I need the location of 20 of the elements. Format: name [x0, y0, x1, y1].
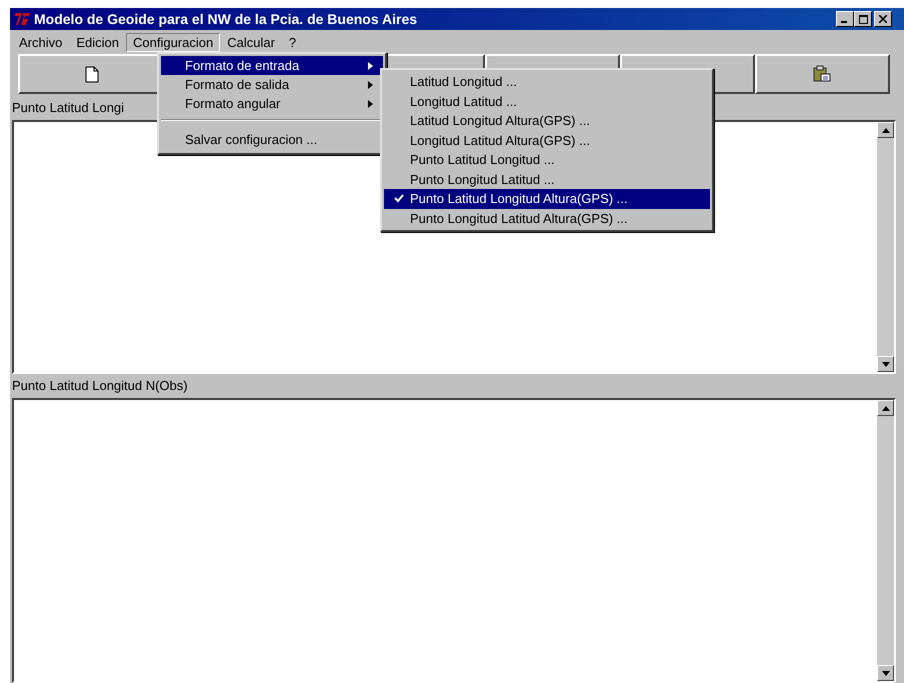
menu-item[interactable]: Salvar configuracion ... — [161, 127, 383, 151]
menu-item[interactable]: Formato de salida — [161, 75, 383, 94]
menu-item[interactable]: Punto Longitud Latitud ... — [384, 170, 710, 189]
menu-item[interactable]: Formato de entrada — [161, 56, 383, 75]
menu-item[interactable]: Edicion — [69, 32, 126, 52]
menu-item[interactable]: Punto Longitud Latitud Altura(GPS) ... — [384, 208, 710, 228]
menu-item[interactable]: Longitud Latitud ... — [384, 92, 710, 111]
menu-item[interactable]: Punto Latitud Longitud ... — [384, 150, 710, 170]
menu-item[interactable]: Archivo — [12, 32, 70, 52]
panel-label: Punto Latitud Longi — [11, 99, 124, 117]
menu-item[interactable]: Latitud Longitud Altura(GPS) ... — [384, 111, 710, 130]
menu-item[interactable]: Configuracion — [126, 32, 220, 52]
menu-item[interactable]: Punto Latitud Longitud Altura(GPS) ... — [384, 189, 710, 208]
panel-label: Punto Latitud Longitud N(Obs) — [11, 377, 188, 395]
menu-item[interactable]: ? — [282, 32, 304, 52]
menu-item[interactable]: Latitud Longitud ... — [384, 72, 710, 92]
menu-item[interactable]: Longitud Latitud Altura(GPS) ... — [384, 130, 710, 150]
window-title: Modelo de Geoide para el NW de la Pcia. de Buenos Aires — [34, 11, 418, 27]
menu-item[interactable]: Formato angular — [161, 94, 383, 113]
menu-item[interactable]: Calcular — [220, 32, 282, 52]
